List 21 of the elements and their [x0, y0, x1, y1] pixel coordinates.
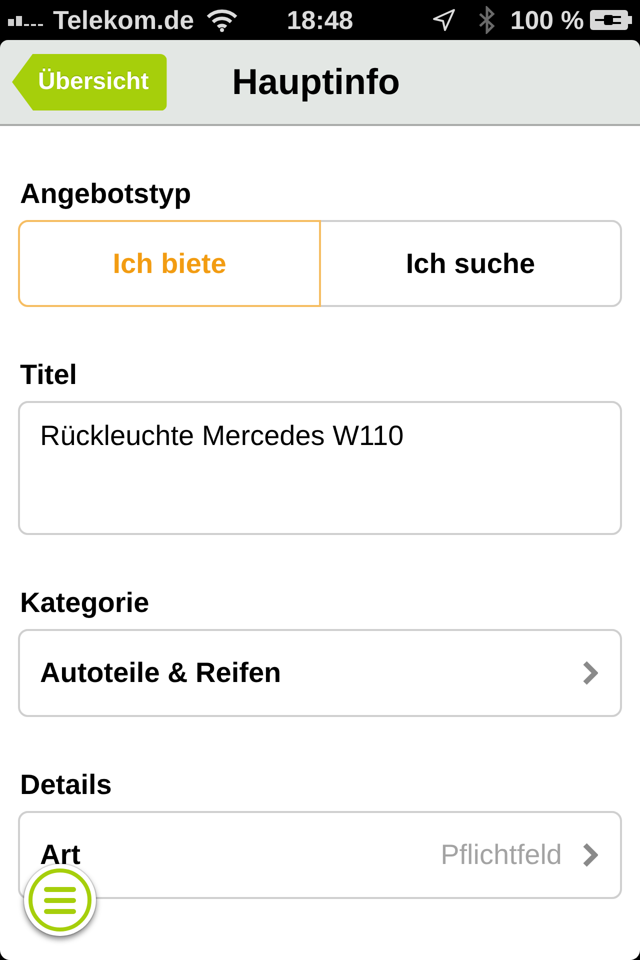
carrier-name: Telekom.de	[53, 5, 194, 35]
placeholder-text: Pflichtfeld	[440, 839, 562, 871]
segment-button[interactable]: Ich suche	[319, 220, 622, 307]
signal-bars-icon	[8, 14, 46, 26]
title-input-field[interactable]: Rückleuchte Mercedes W110	[18, 401, 622, 535]
clock-time: 18:48	[286, 5, 354, 35]
section-label: Titel	[20, 358, 78, 392]
section-label: Details	[20, 768, 113, 802]
chevron-right-icon	[582, 660, 598, 686]
battery-charging-icon	[590, 10, 632, 30]
picker-row[interactable]: Art Pflichtfeld	[18, 811, 622, 899]
wifi-icon	[206, 8, 238, 32]
section-label: Angebotstyp	[20, 177, 192, 211]
location-arrow-icon	[432, 8, 456, 32]
picker-row[interactable]: Autoteile & Reifen	[18, 629, 622, 717]
battery-percentage: 100 %	[510, 5, 584, 35]
screen-title: Hauptinfo	[232, 61, 401, 103]
chevron-right-icon	[582, 842, 598, 868]
menu-icon	[28, 868, 92, 932]
section-label: Kategorie	[20, 586, 150, 620]
bluetooth-icon	[478, 6, 496, 34]
